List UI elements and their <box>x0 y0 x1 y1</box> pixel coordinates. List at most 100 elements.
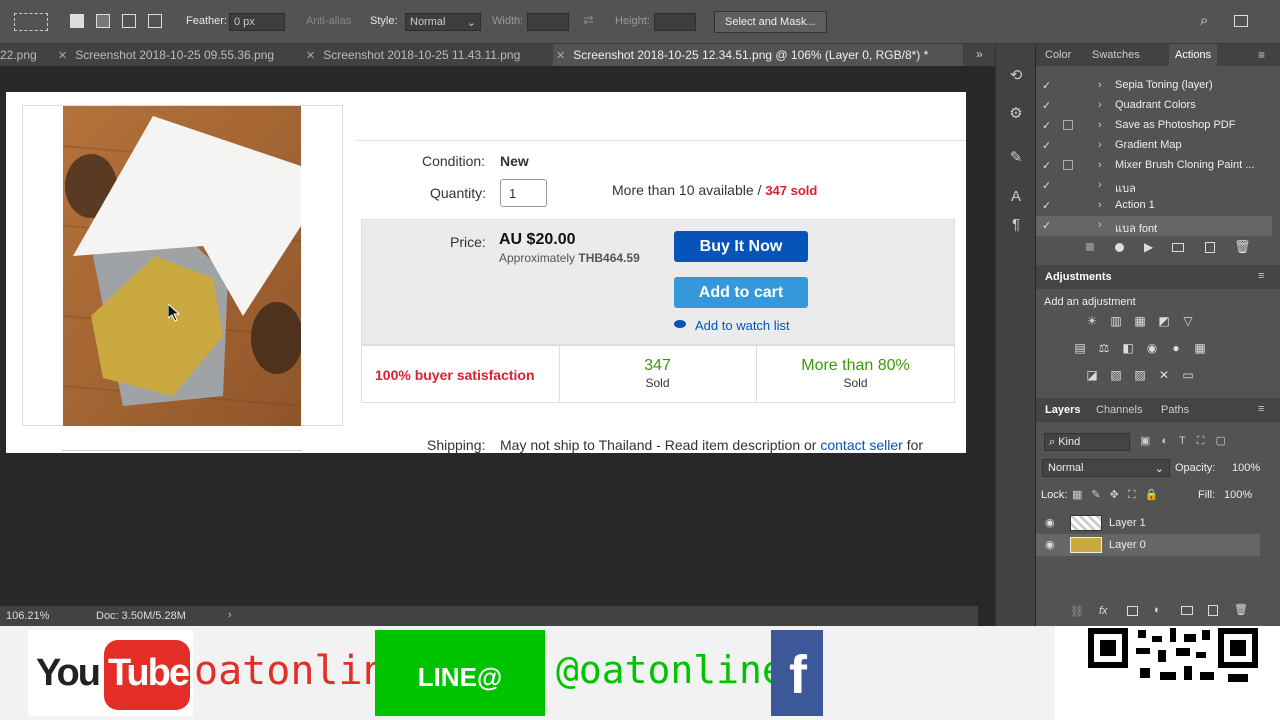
character-icon[interactable]: A <box>1006 188 1026 208</box>
tab-screenshot-1234-active[interactable]: ✕ Screenshot 2018-10-25 12.34.51.png @ 10… <box>553 44 963 66</box>
paragraph-icon[interactable]: ¶ <box>1006 216 1026 236</box>
action-row[interactable]: ✓ › Gradient Map <box>1036 136 1272 156</box>
buy-it-now-button[interactable]: Buy It Now <box>674 231 808 262</box>
mask-icon[interactable] <box>1127 606 1138 616</box>
panel-menu-icon[interactable]: ≡ <box>1258 48 1265 62</box>
search-icon[interactable]: ⌕ <box>1200 12 1208 29</box>
brush-settings-icon[interactable]: ✎ <box>1006 148 1026 168</box>
tab-actions[interactable]: Actions <box>1169 44 1218 66</box>
intersect-selection-icon[interactable] <box>148 14 162 28</box>
chevron-right-icon[interactable]: › <box>1098 219 1102 231</box>
new-layer-icon[interactable] <box>1208 605 1218 616</box>
swap-icon[interactable]: ⇄ <box>583 12 594 28</box>
chevron-right-icon[interactable]: › <box>1098 79 1102 91</box>
levels-icon[interactable]: ▥ <box>1107 314 1125 330</box>
product-photo[interactable] <box>63 106 301 426</box>
tab-22png[interactable]: 22.png <box>0 44 56 66</box>
action-row[interactable]: ✓ › แบล <box>1036 176 1272 196</box>
add-selection-icon[interactable] <box>96 14 110 28</box>
photo-filter-icon[interactable]: ◉ <box>1143 341 1161 357</box>
subtract-selection-icon[interactable] <box>122 14 136 28</box>
tab-swatches[interactable]: Swatches <box>1092 44 1140 66</box>
workspace-icon[interactable] <box>1234 15 1248 27</box>
tab-paths[interactable]: Paths <box>1161 404 1189 416</box>
play-icon[interactable]: ▶ <box>1144 240 1153 254</box>
black-white-icon[interactable]: ◧ <box>1119 341 1137 357</box>
selective-color-icon[interactable]: ✕ <box>1155 368 1173 384</box>
layer-row-selected[interactable]: ◉ Layer 0 <box>1036 534 1260 556</box>
select-and-mask-button[interactable]: Select and Mask... <box>714 11 827 33</box>
close-icon[interactable]: ✕ <box>306 50 315 62</box>
style-select[interactable]: Normal ⌄ <box>405 13 481 31</box>
tab-overflow-icon[interactable]: » <box>976 47 983 61</box>
properties-icon[interactable]: ⚙ <box>1006 104 1026 124</box>
marquee-tool-icon[interactable] <box>14 13 48 31</box>
zoom-level[interactable]: 106.21% <box>6 610 49 622</box>
close-icon[interactable]: ✕ <box>556 50 565 62</box>
layer-filter-icons[interactable]: ▣◐T⛶▢ <box>1140 434 1237 448</box>
dialog-toggle-icon[interactable] <box>1063 120 1073 130</box>
document-canvas[interactable]: Condition: New Quantity: 1 More than 10 … <box>6 92 966 453</box>
exposure-icon[interactable]: ◩ <box>1155 314 1173 330</box>
lock-icons[interactable]: ▦✎✥⛶🔒 <box>1072 488 1167 502</box>
stop-icon[interactable] <box>1086 243 1094 251</box>
add-to-watch-list-link[interactable]: Add to watch list <box>695 318 790 333</box>
new-action-icon[interactable] <box>1205 242 1215 253</box>
action-row[interactable]: ✓ › Action 1 <box>1036 196 1272 216</box>
record-icon[interactable] <box>1115 243 1124 252</box>
chevron-right-icon[interactable]: › <box>1098 159 1102 171</box>
close-icon[interactable]: ✕ <box>58 50 67 62</box>
width-input[interactable] <box>527 13 569 31</box>
check-icon[interactable]: ✓ <box>1042 79 1054 92</box>
folder-icon[interactable] <box>1172 243 1184 252</box>
threshold-icon[interactable]: ▨ <box>1131 368 1149 384</box>
color-lookup-icon[interactable]: ▦ <box>1191 341 1209 357</box>
tab-channels[interactable]: Channels <box>1096 404 1142 416</box>
posterize-icon[interactable]: ▧ <box>1107 368 1125 384</box>
chevron-right-icon[interactable]: › <box>1098 99 1102 111</box>
group-icon[interactable] <box>1181 606 1193 615</box>
chevron-right-icon[interactable]: › <box>1098 139 1102 151</box>
opacity-value[interactable]: 100% <box>1232 462 1260 474</box>
curves-icon[interactable]: ▦ <box>1131 314 1149 330</box>
invert-icon[interactable]: ◪ <box>1083 368 1101 384</box>
link-icon[interactable]: ⛓ <box>1070 605 1084 618</box>
contact-seller-link[interactable]: contact seller <box>820 437 902 453</box>
action-row-selected[interactable]: ✓ › แบล font <box>1036 216 1272 236</box>
chevron-right-icon[interactable]: › <box>228 609 232 621</box>
action-row[interactable]: ✓ › Save as Photoshop PDF <box>1036 116 1272 136</box>
chevron-right-icon[interactable]: › <box>1098 119 1102 131</box>
action-row[interactable]: ✓ › Sepia Toning (layer) <box>1036 76 1272 96</box>
color-balance-icon[interactable]: ⚖ <box>1095 341 1113 357</box>
tab-layers[interactable]: Layers <box>1045 404 1080 416</box>
check-icon[interactable]: ✓ <box>1042 119 1054 132</box>
fill-value[interactable]: 100% <box>1224 489 1252 501</box>
tab-color[interactable]: Color <box>1045 44 1071 66</box>
trash-icon[interactable]: 🗑 <box>1234 603 1248 616</box>
anti-alias-checkbox[interactable]: Anti-alias <box>306 15 351 27</box>
check-icon[interactable]: ✓ <box>1042 179 1054 192</box>
check-icon[interactable]: ✓ <box>1042 219 1054 232</box>
tab-screenshot-1143[interactable]: ✕ Screenshot 2018-10-25 11.43.11.png <box>306 44 550 66</box>
eye-icon[interactable]: ◉ <box>1045 516 1055 529</box>
brightness-icon[interactable]: ☀ <box>1083 314 1101 330</box>
check-icon[interactable]: ✓ <box>1042 159 1054 172</box>
vibrance-icon[interactable]: ▽ <box>1179 314 1197 330</box>
add-to-cart-button[interactable]: Add to cart <box>674 277 808 308</box>
eye-icon[interactable]: ◉ <box>1045 538 1055 551</box>
panel-menu-icon[interactable]: ≡ <box>1258 403 1264 415</box>
gradient-map-icon[interactable]: ▭ <box>1179 368 1197 384</box>
adjustment-layer-icon[interactable]: ◐ <box>1154 604 1161 616</box>
chevron-right-icon[interactable]: › <box>1098 179 1102 191</box>
check-icon[interactable]: ✓ <box>1042 139 1054 152</box>
panel-menu-icon[interactable]: ≡ <box>1258 270 1264 282</box>
channel-mixer-icon[interactable]: ● <box>1167 341 1185 357</box>
check-icon[interactable]: ✓ <box>1042 99 1054 112</box>
layer-filter-select[interactable]: ⌕ Kind <box>1044 433 1130 451</box>
blend-mode-select[interactable]: Normal ⌄ <box>1042 459 1170 477</box>
feather-input[interactable]: 0 px <box>229 13 285 31</box>
fx-icon[interactable]: fx <box>1099 605 1108 617</box>
tab-screenshot-0955[interactable]: ✕ Screenshot 2018-10-25 09.55.36.png <box>58 44 298 66</box>
quantity-input[interactable]: 1 <box>500 179 547 207</box>
height-input[interactable] <box>654 13 696 31</box>
